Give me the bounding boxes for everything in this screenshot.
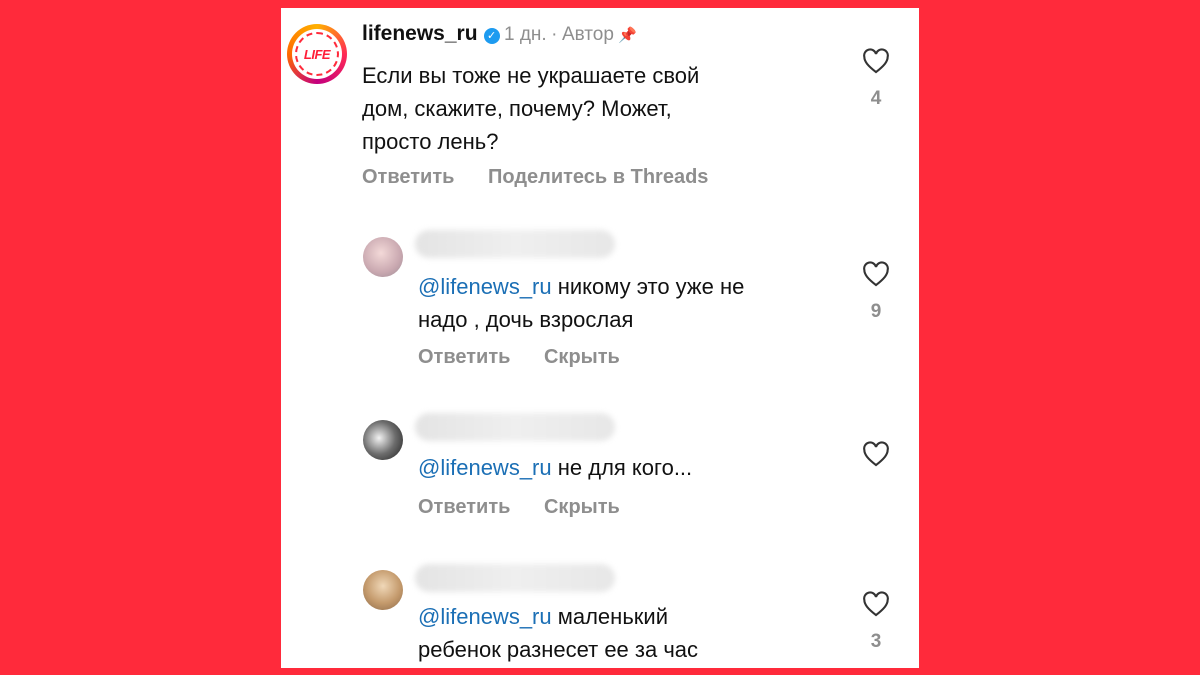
blurred-username xyxy=(415,230,615,258)
like-button[interactable]: 3 xyxy=(861,591,891,653)
heart-outline-icon xyxy=(863,441,889,467)
life-logo: LIFE xyxy=(295,32,339,76)
heart-outline-icon xyxy=(863,261,889,287)
main-comment-header: lifenews_ru ✓ 1 дн. · Автор 📌 xyxy=(362,22,637,46)
reply-avatar[interactable] xyxy=(363,570,403,610)
share-threads-button[interactable]: Поделитесь в Threads xyxy=(488,166,708,188)
comment-line: дом, скажите, почему? Может, xyxy=(362,96,672,121)
reply-line: ребенок разнесет ее за час xyxy=(418,637,699,662)
reply-button[interactable]: Ответить xyxy=(418,346,510,368)
reply-actions: Ответить Скрыть xyxy=(418,496,648,519)
mention-link[interactable]: @lifenews_ru xyxy=(418,455,552,480)
pin-icon: 📌 xyxy=(618,27,638,44)
reply-button[interactable]: Ответить xyxy=(362,166,454,188)
heart-outline-icon xyxy=(863,591,889,617)
main-comment-actions: Ответить Поделитесь в Threads xyxy=(362,166,736,189)
main-comment-text: Если вы тоже не украшаете свой дом, скаж… xyxy=(362,59,822,158)
reply-actions: Ответить Скрыть xyxy=(418,346,648,369)
comment-time: 1 дн. xyxy=(504,24,547,45)
heart-outline-icon xyxy=(863,48,889,74)
reply-text: @lifenews_ru никому это уже не надо , до… xyxy=(418,270,858,336)
reply-button[interactable]: Ответить xyxy=(418,496,510,518)
mention-link[interactable]: @lifenews_ru xyxy=(418,604,552,629)
reply-text: @lifenews_ru не для кого... xyxy=(418,451,858,484)
comment-line: просто лень? xyxy=(362,129,499,154)
hide-button[interactable]: Скрыть xyxy=(544,496,620,518)
like-button[interactable] xyxy=(861,441,891,467)
meta-separator: · xyxy=(551,24,558,45)
like-count: 9 xyxy=(870,301,882,322)
blurred-username xyxy=(415,564,615,592)
reply-avatar[interactable] xyxy=(363,420,403,460)
like-count: 4 xyxy=(870,88,882,109)
like-button[interactable]: 4 xyxy=(861,48,891,110)
comments-card: LIFE lifenews_ru ✓ 1 дн. · Автор 📌 Если в… xyxy=(281,8,919,668)
comment-line: Если вы тоже не украшаете свой xyxy=(362,63,700,88)
author-label: Автор xyxy=(561,24,614,45)
like-button[interactable]: 9 xyxy=(861,261,891,323)
reply-line: не для кого... xyxy=(551,455,693,480)
reply-line: никому это уже не xyxy=(551,274,745,299)
reply-avatar[interactable] xyxy=(363,237,403,277)
reply-line: надо , дочь взрослая xyxy=(418,307,634,332)
reply-text: @lifenews_ru маленький ребенок разнесет … xyxy=(418,600,858,666)
comment-username[interactable]: lifenews_ru xyxy=(362,22,478,45)
mention-link[interactable]: @lifenews_ru xyxy=(418,274,552,299)
reply-line: маленький xyxy=(551,604,668,629)
verified-badge-icon: ✓ xyxy=(483,27,500,44)
lifenews-avatar[interactable]: LIFE xyxy=(287,24,347,84)
like-count: 3 xyxy=(870,631,882,652)
hide-button[interactable]: Скрыть xyxy=(544,346,620,368)
blurred-username xyxy=(415,413,615,441)
